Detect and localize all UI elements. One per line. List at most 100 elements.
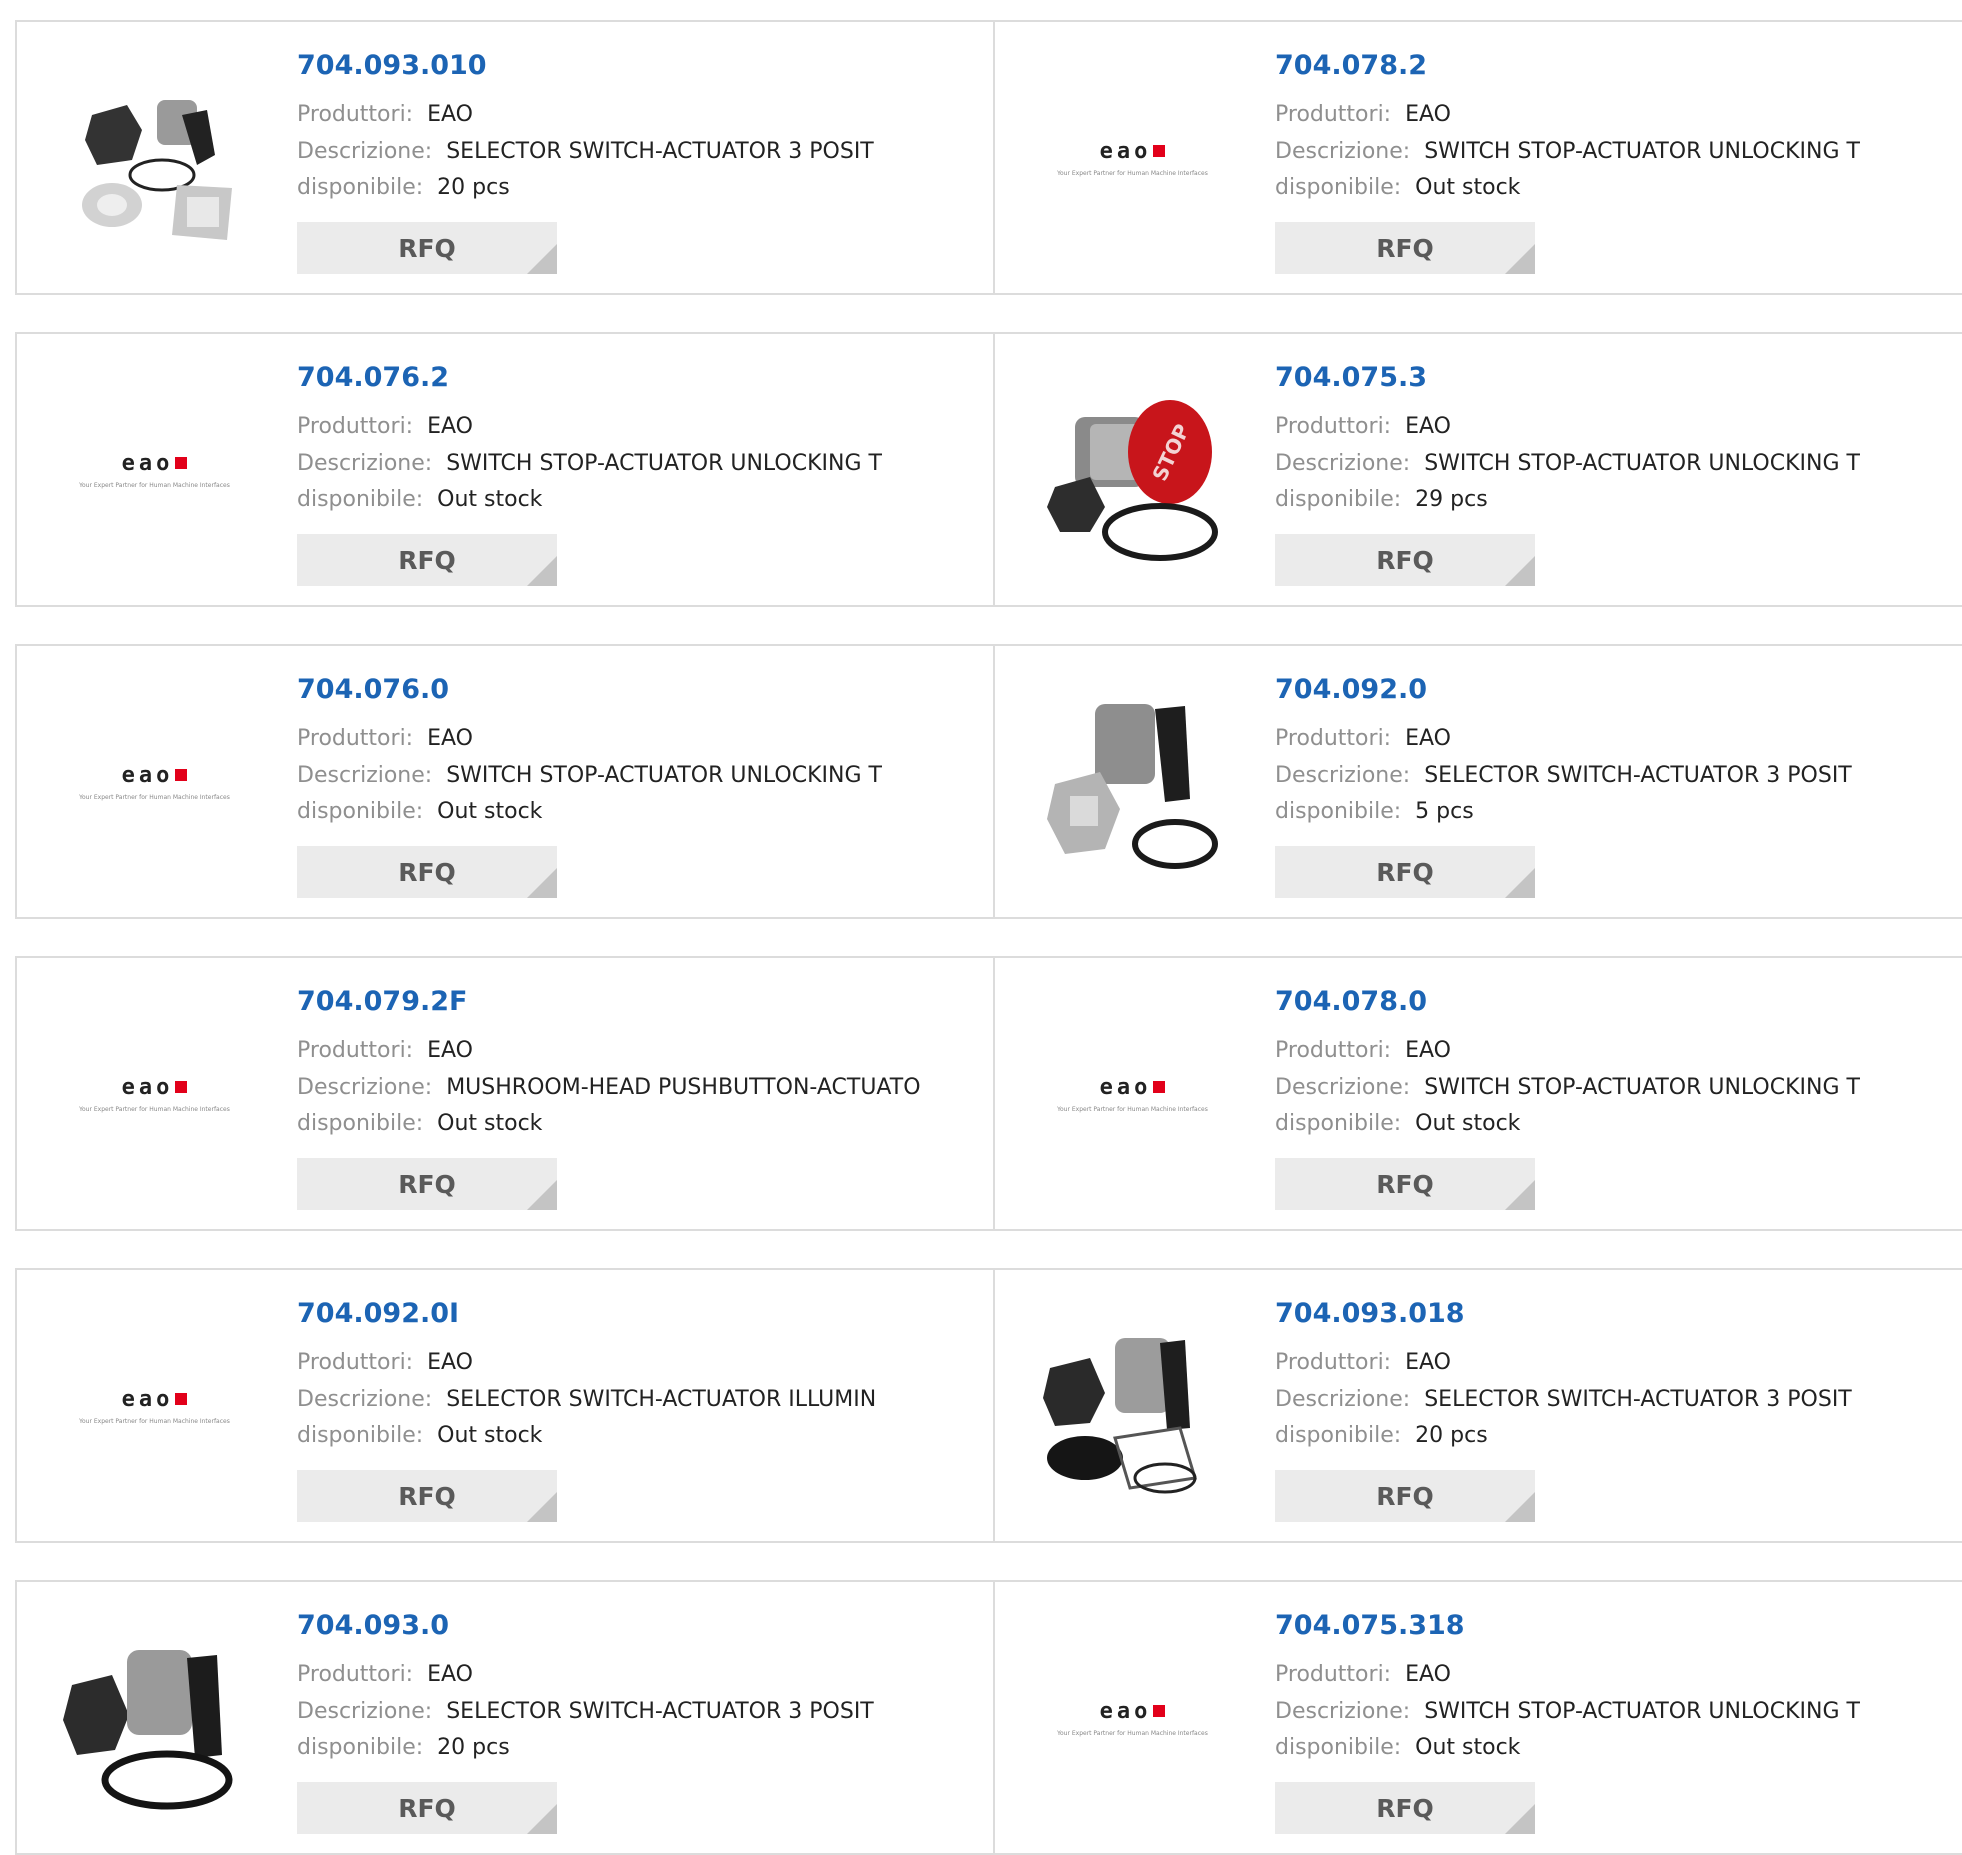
product-row: eao Your Expert Partner for Human Machine…: [15, 332, 1962, 607]
rfq-button[interactable]: RFQ: [297, 534, 557, 586]
corner-triangle-icon: [1505, 556, 1535, 586]
rfq-button[interactable]: RFQ: [1275, 534, 1535, 586]
part-number-link[interactable]: 704.093.010: [297, 50, 487, 81]
manufacturer-value: EAO: [1405, 1350, 1451, 1375]
manufacturer-line: Produttori: EAO: [297, 1662, 473, 1687]
availability-key: disponibile:: [297, 1735, 424, 1760]
product-card: eao Your Expert Partner for Human Machine…: [17, 1270, 995, 1541]
part-number-link[interactable]: 704.092.0: [1275, 674, 1427, 705]
description-value: SWITCH STOP-ACTUATOR UNLOCKING T: [1424, 139, 1860, 164]
rfq-label: RFQ: [398, 1794, 456, 1823]
rfq-label: RFQ: [1376, 1482, 1434, 1511]
availability-value: Out stock: [1415, 175, 1521, 200]
product-image[interactable]: eao Your Expert Partner for Human Machine…: [57, 996, 252, 1191]
availability-line: disponibile: 20 pcs: [297, 1735, 510, 1760]
product-image[interactable]: eao Your Expert Partner for Human Machine…: [1035, 60, 1230, 255]
product-image[interactable]: eao Your Expert Partner for Human Machine…: [1035, 1620, 1230, 1815]
manufacturer-value: EAO: [1405, 726, 1451, 751]
product-image[interactable]: eao Your Expert Partner for Human Machine…: [57, 684, 252, 879]
product-card: eao Your Expert Partner for Human Machine…: [995, 1582, 1962, 1853]
part-number-link[interactable]: 704.079.2F: [297, 986, 467, 1017]
rfq-label: RFQ: [398, 1170, 456, 1199]
eao-logo-tagline: Your Expert Partner for Human Machine In…: [79, 1105, 230, 1113]
description-key: Descrizione:: [297, 763, 433, 788]
product-image[interactable]: [1035, 1308, 1230, 1503]
rfq-label: RFQ: [1376, 546, 1434, 575]
eao-logo-tagline: Your Expert Partner for Human Machine In…: [1057, 1105, 1208, 1113]
rfq-button[interactable]: RFQ: [297, 222, 557, 274]
manufacturer-key: Produttori:: [297, 726, 414, 751]
description-line: Descrizione: SELECTOR SWITCH-ACTUATOR 3 P…: [297, 1699, 874, 1724]
product-image[interactable]: STOP: [1035, 372, 1230, 567]
description-key: Descrizione:: [1275, 763, 1411, 788]
description-value: SELECTOR SWITCH-ACTUATOR 3 POSIT: [446, 1699, 874, 1724]
availability-line: disponibile: Out stock: [297, 487, 542, 512]
description-line: Descrizione: SELECTOR SWITCH-ACTUATOR 3 P…: [297, 139, 874, 164]
part-number-link[interactable]: 704.076.0: [297, 674, 449, 705]
part-number-link[interactable]: 704.076.2: [297, 362, 449, 393]
rfq-button[interactable]: RFQ: [297, 846, 557, 898]
availability-key: disponibile:: [1275, 1111, 1402, 1136]
part-number-link[interactable]: 704.093.0: [297, 1610, 449, 1641]
rfq-button[interactable]: RFQ: [1275, 846, 1535, 898]
manufacturer-key: Produttori:: [297, 1662, 414, 1687]
product-row: 704.093.010 Produttori: EAO Descrizione: S…: [15, 20, 1962, 295]
manufacturer-key: Produttori:: [297, 1038, 414, 1063]
availability-line: disponibile: Out stock: [1275, 1111, 1520, 1136]
product-image[interactable]: eao Your Expert Partner for Human Machine…: [1035, 996, 1230, 1191]
manufacturer-line: Produttori: EAO: [1275, 1662, 1451, 1687]
part-number-link[interactable]: 704.092.0I: [297, 1298, 459, 1329]
rfq-label: RFQ: [398, 546, 456, 575]
manufacturer-line: Produttori: EAO: [1275, 1038, 1451, 1063]
part-number-link[interactable]: 704.093.018: [1275, 1298, 1465, 1329]
part-number-link[interactable]: 704.078.2: [1275, 50, 1427, 81]
availability-line: disponibile: 20 pcs: [1275, 1423, 1488, 1448]
rfq-button[interactable]: RFQ: [297, 1470, 557, 1522]
product-image[interactable]: [57, 60, 252, 255]
product-image[interactable]: eao Your Expert Partner for Human Machine…: [57, 372, 252, 567]
product-row: eao Your Expert Partner for Human Machine…: [15, 956, 1962, 1231]
rfq-button[interactable]: RFQ: [1275, 222, 1535, 274]
manufacturer-value: EAO: [427, 1662, 473, 1687]
product-image[interactable]: [57, 1620, 252, 1815]
description-line: Descrizione: SELECTOR SWITCH-ACTUATOR 3 P…: [1275, 763, 1852, 788]
rfq-button[interactable]: RFQ: [1275, 1782, 1535, 1834]
availability-value: 20 pcs: [437, 175, 510, 200]
part-number-link[interactable]: 704.075.3: [1275, 362, 1427, 393]
description-key: Descrizione:: [297, 1387, 433, 1412]
product-row: eao Your Expert Partner for Human Machine…: [15, 1268, 1962, 1543]
description-value: SWITCH STOP-ACTUATOR UNLOCKING T: [1424, 1075, 1860, 1100]
availability-line: disponibile: 29 pcs: [1275, 487, 1488, 512]
eao-logo: eao Your Expert Partner for Human Machine…: [1057, 1699, 1208, 1737]
corner-triangle-icon: [527, 1492, 557, 1522]
eao-logo-tagline: Your Expert Partner for Human Machine In…: [79, 1417, 230, 1425]
rfq-label: RFQ: [398, 858, 456, 887]
description-line: Descrizione: SWITCH STOP-ACTUATOR UNLOCKI…: [297, 763, 882, 788]
eao-logo: eao Your Expert Partner for Human Machine…: [1057, 1075, 1208, 1113]
availability-value: Out stock: [1415, 1111, 1521, 1136]
product-card: eao Your Expert Partner for Human Machine…: [995, 22, 1962, 293]
rfq-button[interactable]: RFQ: [1275, 1470, 1535, 1522]
product-image[interactable]: [1035, 684, 1230, 879]
manufacturer-value: EAO: [1405, 1038, 1451, 1063]
manufacturer-line: Produttori: EAO: [1275, 1350, 1451, 1375]
corner-triangle-icon: [1505, 1492, 1535, 1522]
rfq-button[interactable]: RFQ: [297, 1782, 557, 1834]
part-number-link[interactable]: 704.075.318: [1275, 1610, 1465, 1641]
part-number-link[interactable]: 704.078.0: [1275, 986, 1427, 1017]
manufacturer-key: Produttori:: [1275, 1662, 1392, 1687]
eao-red-square: [1153, 145, 1166, 157]
corner-triangle-icon: [1505, 1180, 1535, 1210]
manufacturer-line: Produttori: EAO: [297, 1350, 473, 1375]
rfq-label: RFQ: [1376, 1794, 1434, 1823]
description-value: SELECTOR SWITCH-ACTUATOR 3 POSIT: [446, 139, 874, 164]
description-line: Descrizione: SWITCH STOP-ACTUATOR UNLOCKI…: [1275, 1075, 1860, 1100]
rfq-button[interactable]: RFQ: [1275, 1158, 1535, 1210]
rfq-button[interactable]: RFQ: [297, 1158, 557, 1210]
corner-triangle-icon: [527, 244, 557, 274]
product-image[interactable]: eao Your Expert Partner for Human Machine…: [57, 1308, 252, 1503]
description-line: Descrizione: SELECTOR SWITCH-ACTUATOR ILL…: [297, 1387, 876, 1412]
availability-key: disponibile:: [1275, 487, 1402, 512]
eao-logo-word: eao: [1099, 1698, 1152, 1724]
eao-logo-word: eao: [1099, 138, 1152, 164]
